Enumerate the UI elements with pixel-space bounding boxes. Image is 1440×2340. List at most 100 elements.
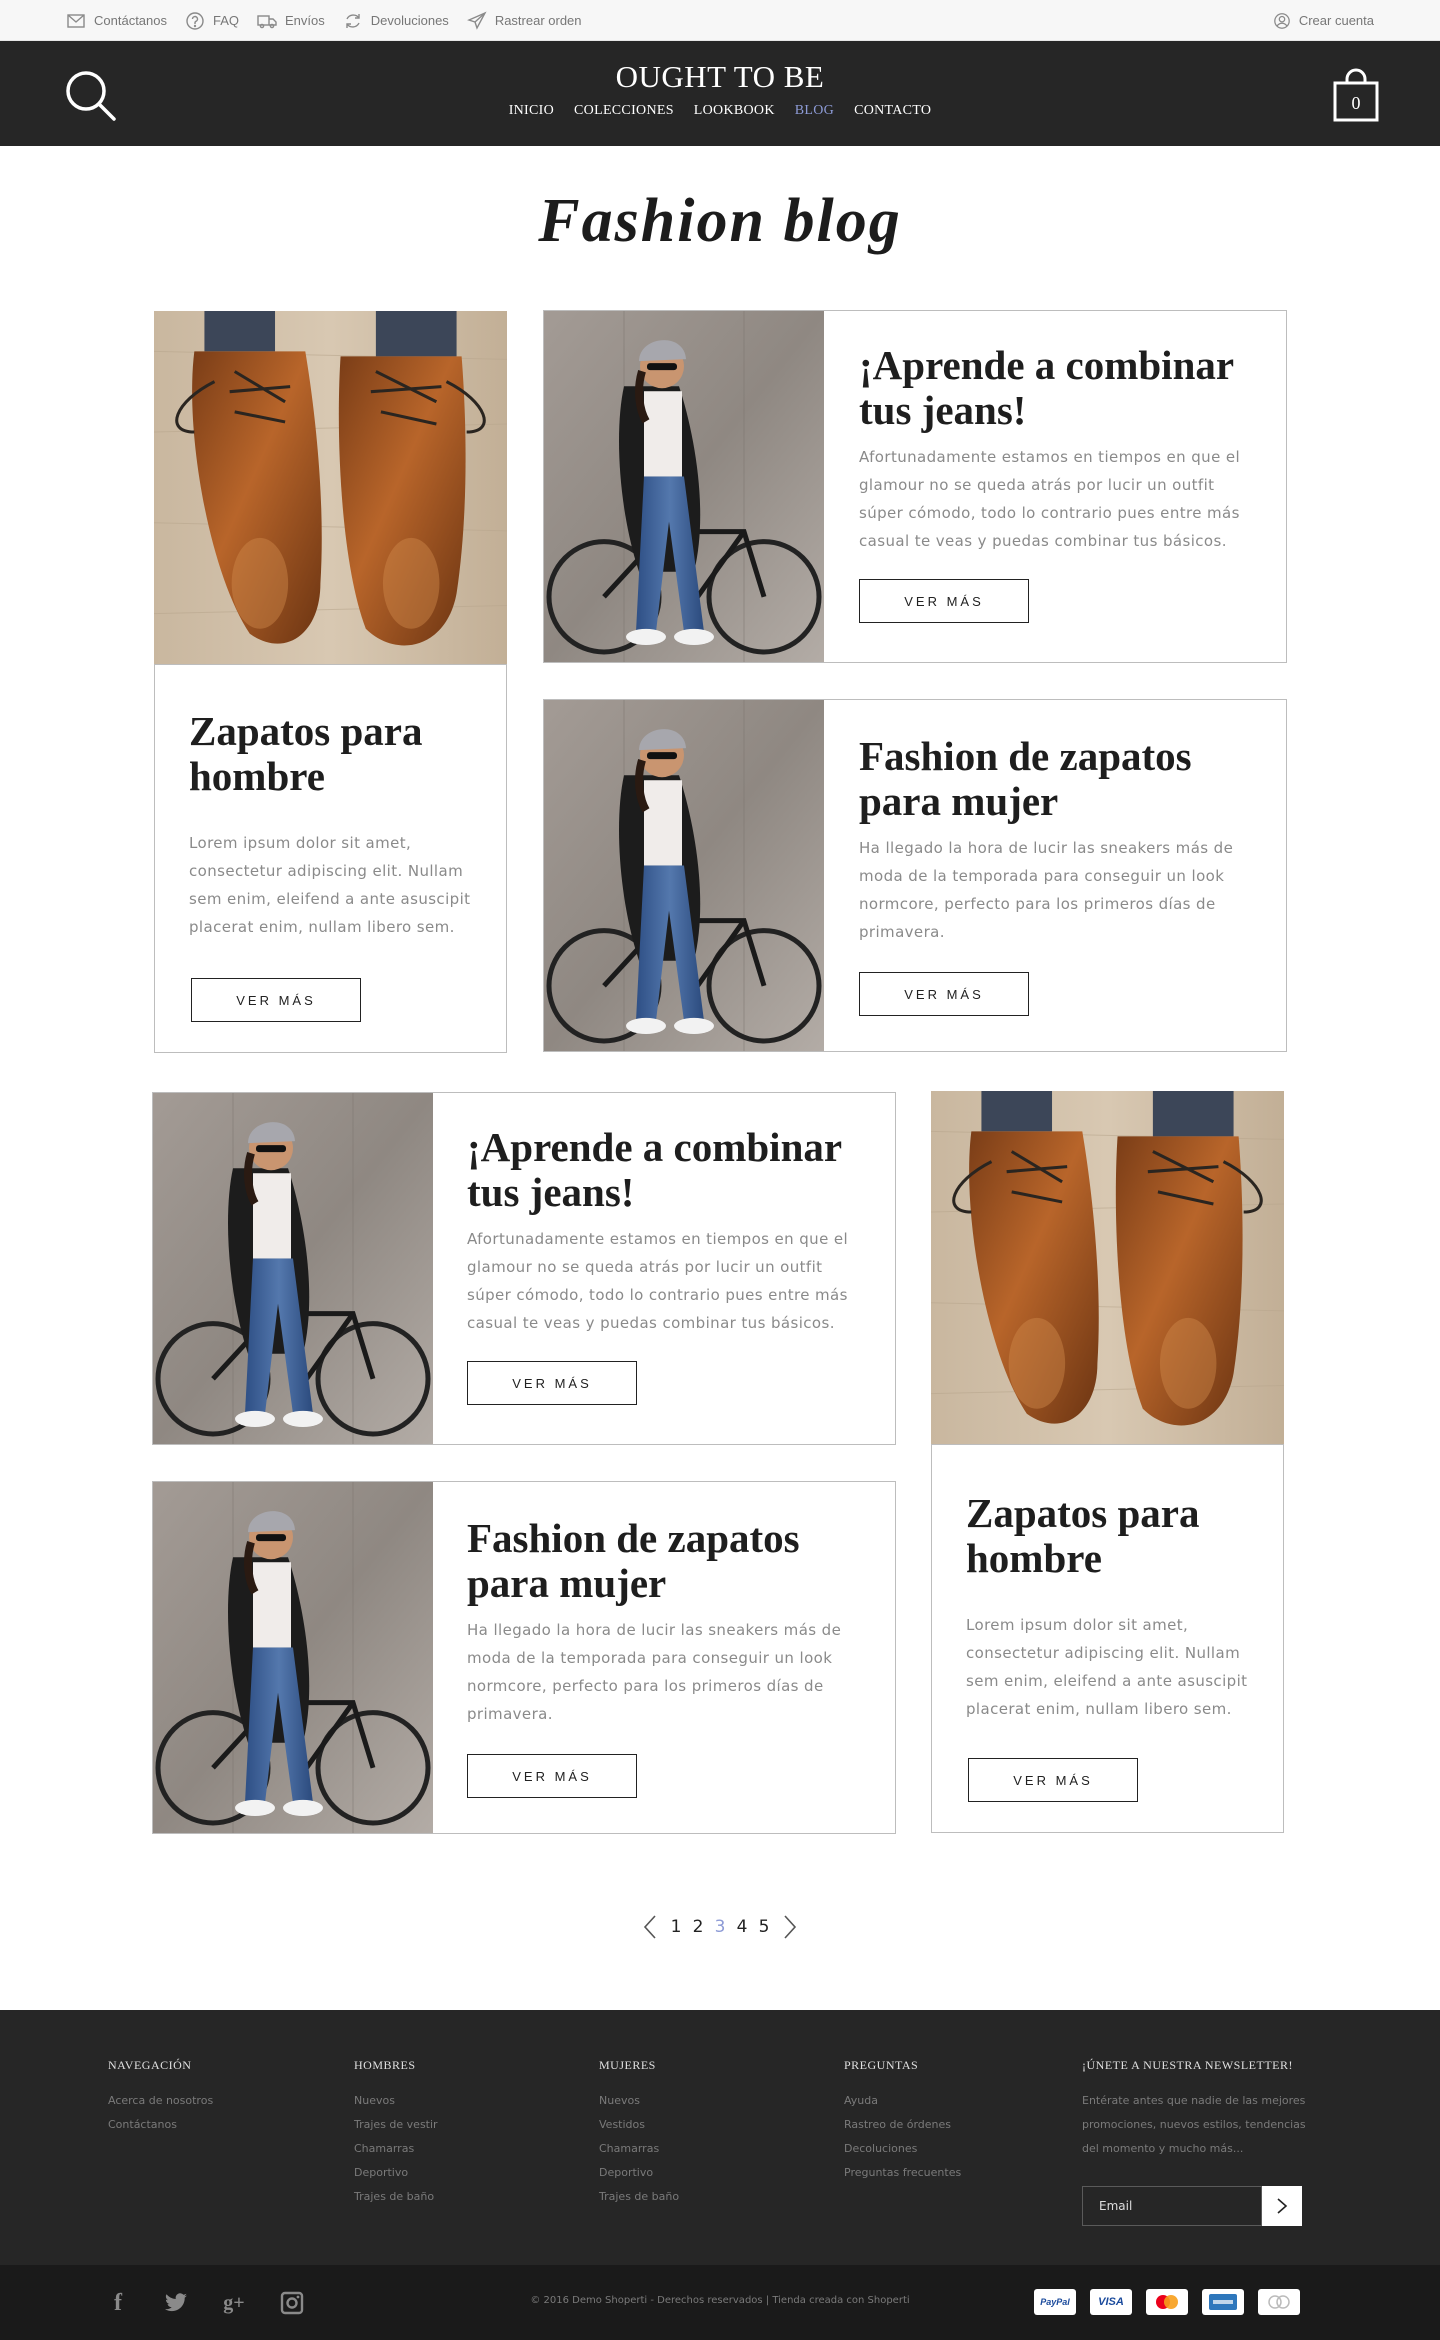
chevron-right-icon [784,1915,797,1939]
page-3-current[interactable]: 3 [709,1917,731,1937]
footer-heading: MUJERES [599,2058,656,2072]
page-1[interactable]: 1 [665,1917,687,1937]
contact-link[interactable]: Contáctanos [66,11,167,31]
shipping-link[interactable]: Envíos [257,11,325,31]
footer-column-mujeres: MUJERES Nuevos Vestidos Chamarras Deport… [599,2058,679,2209]
footer-link[interactable]: Chamarras [599,2137,679,2161]
nav-item-blog[interactable]: BLOG [795,103,834,119]
newsletter-submit-button[interactable] [1262,2186,1302,2226]
post-image-woman-bicycle[interactable] [544,311,824,662]
footer-link[interactable]: Ayuda [844,2089,961,2113]
footer-heading: HOMBRES [354,2058,416,2072]
footer-column-preguntas: PREGUNTAS Ayuda Rastreo de órdenes Decol… [844,2058,961,2185]
post-title[interactable]: ¡Aprende a combinar tus jeans! [859,343,1259,433]
chevron-right-icon [1277,2198,1288,2214]
post-title[interactable]: Zapatos para hombre [189,709,479,799]
page-2[interactable]: 2 [687,1917,709,1937]
read-more-button[interactable]: VER MÁS [191,978,361,1022]
post-excerpt: Afortunadamente estamos en tiempos en qu… [859,448,1241,550]
post-title[interactable]: Fashion de zapatos para mujer [467,1516,867,1606]
cart-count: 0 [1351,93,1361,113]
post-image-woman-bicycle[interactable] [153,1093,433,1444]
page-4[interactable]: 4 [731,1917,753,1937]
blog-post-card: ¡Aprende a combinar tus jeans! Afortunad… [543,310,1287,663]
track-order-link[interactable]: Rastrear orden [466,11,582,31]
footer-link[interactable]: Nuevos [354,2089,438,2113]
truck-icon [257,14,277,28]
newsletter-email-input[interactable] [1082,2186,1262,2226]
footer-link[interactable]: Trajes de vestir [354,2113,438,2137]
site-footer: NAVEGACIÓN Acerca de nosotros Contáctano… [0,2010,1440,2265]
post-excerpt: Lorem ipsum dolor sit amet, consectetur … [966,1616,1248,1718]
post-excerpt: Ha llegado la hora de lucir las sneakers… [467,1621,842,1723]
returns-link[interactable]: Devoluciones [343,11,449,31]
read-more-button[interactable]: VER MÁS [467,1754,637,1798]
user-icon [1274,12,1290,29]
question-icon [186,11,204,30]
footer-link[interactable]: Vestidos [599,2113,679,2137]
footer-link[interactable]: Decoluciones [844,2137,961,2161]
post-title[interactable]: ¡Aprende a combinar tus jeans! [467,1125,867,1215]
prev-page-button[interactable] [635,1912,665,1942]
read-more-button[interactable]: VER MÁS [467,1361,637,1405]
top-utility-bar: Contáctanos FAQ Envíos Devoluciones Rast… [0,0,1440,41]
footer-link[interactable]: Trajes de baño [354,2185,438,2209]
footer-bottom-bar: f g+ © 2016 Demo Shoperti - Derechos res… [0,2265,1440,2340]
create-account-link[interactable]: Crear cuenta [1273,0,1374,41]
send-icon [466,11,487,30]
footer-link[interactable]: Contáctanos [108,2113,213,2137]
nav-item-contacto[interactable]: CONTACTO [854,103,931,119]
footer-link[interactable]: Rastreo de órdenes [844,2113,961,2137]
page-5[interactable]: 5 [753,1917,775,1937]
blog-post-card: Fashion de zapatos para mujer Ha llegado… [152,1481,896,1834]
read-more-button[interactable]: VER MÁS [859,972,1029,1016]
main-nav: INICIO COLECCIONES LOOKBOOK BLOG CONTACT… [0,103,1440,119]
pagination: 1 2 3 4 5 [0,1912,1440,1942]
utility-links: Contáctanos FAQ Envíos Devoluciones Rast… [66,0,582,41]
footer-link[interactable]: Nuevos [599,2089,679,2113]
payment-methods: PayPal VISA [1034,2289,1300,2315]
page-title: Fashion blog [538,187,902,255]
oxxo-icon [1258,2289,1300,2315]
chevron-left-icon [643,1915,656,1939]
blog-post-card: ¡Aprende a combinar tus jeans! Afortunad… [152,1092,896,1445]
mail-icon [67,13,85,28]
nav-item-inicio[interactable]: INICIO [509,103,554,119]
post-excerpt: Ha llegado la hora de lucir las sneakers… [859,839,1234,941]
footer-heading: PREGUNTAS [844,2058,919,2072]
newsletter-heading: ¡ÚNETE A NUESTRA NEWSLETTER! [1082,2058,1293,2072]
newsletter-form [1082,2186,1302,2226]
post-image-shoes[interactable] [154,311,507,664]
read-more-button[interactable]: VER MÁS [859,579,1029,623]
footer-newsletter: ¡ÚNETE A NUESTRA NEWSLETTER! Entérate an… [1082,2058,1307,2226]
post-image-shoes[interactable] [931,1091,1284,1444]
footer-link[interactable]: Chamarras [354,2137,438,2161]
footer-column-hombres: HOMBRES Nuevos Trajes de vestir Chamarra… [354,2058,438,2209]
post-image-woman-bicycle[interactable] [544,700,824,1051]
cart-button[interactable]: 0 [1332,67,1380,123]
blog-post-card: Fashion de zapatos para mujer Ha llegado… [543,699,1287,1052]
nav-item-colecciones[interactable]: COLECCIONES [574,103,674,119]
newsletter-description: Entérate antes que nadie de las mejores … [1082,2094,1306,2155]
footer-column-navegacion: NAVEGACIÓN Acerca de nosotros Contáctano… [108,2058,213,2137]
brand-logo[interactable]: OUGHT TO BE [0,59,1440,95]
footer-link[interactable]: Preguntas frecuentes [844,2161,961,2185]
footer-link[interactable]: Acerca de nosotros [108,2089,213,2113]
blog-post-card: Zapatos para hombre Lorem ipsum dolor si… [931,1444,1284,1833]
visa-icon: VISA [1090,2289,1132,2315]
post-title[interactable]: Zapatos para hombre [966,1491,1256,1581]
post-excerpt: Lorem ipsum dolor sit amet, consectetur … [189,834,471,936]
site-header: OUGHT TO BE INICIO COLECCIONES LOOKBOOK … [0,41,1440,146]
footer-link[interactable]: Deportivo [599,2161,679,2185]
footer-link[interactable]: Trajes de baño [599,2185,679,2209]
next-page-button[interactable] [775,1912,805,1942]
read-more-button[interactable]: VER MÁS [968,1758,1138,1802]
post-image-woman-bicycle[interactable] [153,1482,433,1833]
footer-link[interactable]: Deportivo [354,2161,438,2185]
faq-link[interactable]: FAQ [185,11,239,31]
mastercard-icon [1146,2289,1188,2315]
footer-heading: NAVEGACIÓN [108,2058,192,2072]
paypal-icon: PayPal [1034,2289,1076,2315]
post-title[interactable]: Fashion de zapatos para mujer [859,734,1259,824]
nav-item-lookbook[interactable]: LOOKBOOK [694,103,775,119]
